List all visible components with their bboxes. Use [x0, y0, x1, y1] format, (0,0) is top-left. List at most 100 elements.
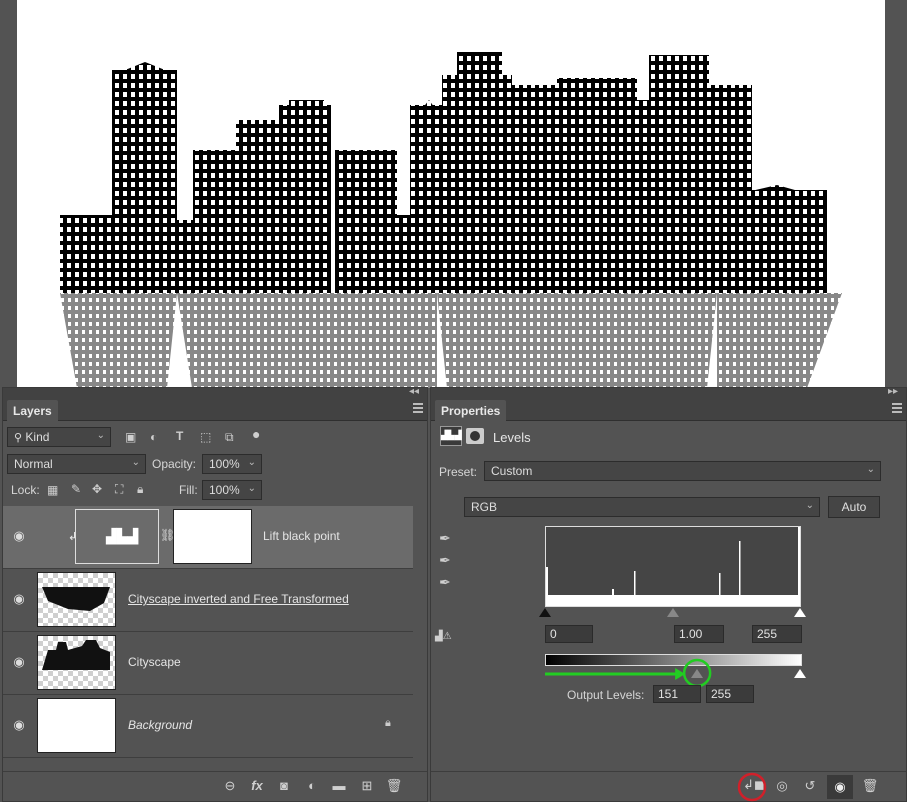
levels-adjustment-icon[interactable]: ▟▙▟: [440, 426, 462, 446]
lock-position-icon[interactable]: ✥: [92, 482, 102, 496]
layer-name[interactable]: Background: [128, 718, 192, 732]
new-layer-icon[interactable]: ⊞: [358, 778, 376, 796]
toggle-visibility-icon[interactable]: ◉: [827, 775, 853, 799]
output-black-field[interactable]: 151: [653, 685, 701, 703]
filter-kind-value: Kind: [25, 430, 50, 444]
type-filter-icon[interactable]: T: [176, 429, 183, 443]
cityscape-inverted-thumb: [42, 587, 110, 611]
view-previous-state-icon[interactable]: ◎: [773, 778, 791, 796]
channel-value: RGB: [471, 500, 498, 514]
layer-name[interactable]: Cityscape: [128, 655, 181, 669]
document-canvas[interactable]: [17, 0, 885, 388]
reset-icon[interactable]: ↺: [801, 778, 819, 796]
properties-tabrow: Properties: [431, 400, 906, 421]
output-white-slider[interactable]: [794, 669, 806, 678]
tab-properties[interactable]: Properties: [435, 400, 507, 421]
layer-name[interactable]: Lift black point: [263, 529, 340, 543]
white-point-eyedropper-icon[interactable]: ✒: [439, 574, 451, 591]
chevron-down-icon: ⌄: [96, 430, 105, 441]
blend-mode-value: Normal: [14, 457, 53, 471]
chevron-down-icon: ⌄: [866, 464, 875, 475]
lock-brush-icon[interactable]: ✎: [71, 482, 81, 496]
pixel-filter-icon[interactable]: ▣: [125, 430, 136, 444]
clip-arrow-icon: ↲: [68, 531, 78, 543]
visibility-eye-icon[interactable]: ◉: [11, 717, 27, 733]
input-white-field[interactable]: 255: [752, 625, 802, 643]
adjustment-thumbnail: ↲ ▟▙▟: [68, 509, 159, 564]
layer-mask-thumbnail[interactable]: [173, 509, 252, 564]
lock-all-icon[interactable]: 🔒︎: [137, 482, 143, 497]
properties-title: Levels: [493, 430, 531, 445]
layer-thumbnail: [37, 572, 116, 627]
preset-value: Custom: [491, 464, 533, 478]
fx-icon[interactable]: fx: [248, 778, 266, 796]
lock-transparency-icon[interactable]: ▦: [47, 483, 58, 497]
visibility-eye-icon[interactable]: ◉: [11, 528, 27, 544]
shape-filter-icon[interactable]: ⬚: [200, 430, 211, 444]
layer-row-lift-black-point[interactable]: ◉ ↲ ▟▙▟ ⛓ Lift black point: [3, 506, 413, 569]
chevron-down-icon: ⌄: [131, 457, 140, 468]
adjustment-filter-icon[interactable]: ◐: [150, 430, 157, 444]
layers-bottom-bar: ⊖ fx ◙ ◐ ▬ ⊞ 🗑︎: [3, 771, 427, 801]
panel-menu-icon[interactable]: [413, 403, 423, 415]
panel-collapse-bar[interactable]: ◂◂: [3, 386, 427, 400]
layer-thumbnail: [37, 635, 116, 690]
fill-field[interactable]: 100% ⌄: [202, 480, 262, 500]
layer-name[interactable]: Cityscape inverted and Free Transformed: [128, 592, 349, 606]
search-icon: ⚲: [14, 432, 23, 444]
preset-dropdown[interactable]: Custom ⌄: [484, 461, 881, 481]
panel-collapse-bar[interactable]: ▸▸: [431, 386, 906, 400]
layer-row-cityscape[interactable]: ◉ Cityscape: [3, 632, 413, 695]
gray-point-eyedropper-icon[interactable]: ✒: [439, 552, 451, 569]
panel-menu-icon[interactable]: [892, 403, 902, 415]
lock-label: Lock:: [11, 483, 40, 497]
link-icon[interactable]: ⊖: [221, 778, 239, 796]
fill-value: 100%: [209, 483, 240, 497]
properties-bottom-bar: ↲◼ ◎ ↺ ◉ 🗑︎: [431, 771, 906, 802]
histogram: [545, 526, 801, 607]
channel-dropdown[interactable]: RGB ⌄: [464, 497, 820, 517]
filter-kind-dropdown[interactable]: ⚲ Kind ⌄: [7, 427, 111, 447]
input-white-slider[interactable]: [794, 608, 806, 617]
filter-toggle-icon[interactable]: ●: [252, 426, 260, 442]
output-white-field[interactable]: 255: [706, 685, 754, 703]
visibility-eye-icon[interactable]: ◉: [11, 654, 27, 670]
tab-layers[interactable]: Layers: [7, 400, 58, 421]
input-black-slider[interactable]: [539, 608, 551, 617]
folder-icon[interactable]: ▬: [330, 778, 348, 796]
mask-icon[interactable]: ◙: [275, 778, 293, 796]
smart-object-filter-icon[interactable]: ⧉: [225, 430, 234, 445]
layer-row-cityscape-inverted[interactable]: ◉ Cityscape inverted and Free Transforme…: [3, 569, 413, 632]
layer-thumbnail: [37, 698, 116, 753]
input-black-field[interactable]: 0: [545, 625, 593, 643]
adjustment-icon[interactable]: ◐: [303, 778, 321, 796]
trash-icon[interactable]: 🗑︎: [861, 778, 879, 796]
lock-icon[interactable]: 🔒︎: [385, 717, 391, 730]
input-gamma-field[interactable]: 1.00: [674, 625, 724, 643]
input-gamma-slider[interactable]: [667, 608, 679, 617]
layer-mask-icon[interactable]: [466, 428, 484, 444]
histogram-graph: [546, 527, 800, 606]
properties-panel: ▸▸ Properties ▟▙▟ Levels Preset: Custom …: [430, 386, 907, 802]
chevron-down-icon: ⌄: [805, 500, 814, 511]
opacity-field[interactable]: 100% ⌄: [202, 454, 262, 474]
layers-panel: ◂◂ Layers ⚲ Kind ⌄ ▣ ◐ T ⬚ ⧉ ● Normal ⌄ …: [2, 386, 428, 802]
black-point-eyedropper-icon[interactable]: ✒: [439, 530, 451, 547]
cityscape-thumb: [42, 640, 110, 670]
preset-label: Preset:: [439, 465, 478, 479]
fill-label: Fill:: [179, 483, 198, 497]
collapse-icon[interactable]: ◂◂: [409, 386, 419, 397]
cityscape-artwork: [60, 52, 842, 388]
chevron-down-icon: ⌄: [247, 483, 256, 494]
output-levels-label: Output Levels:: [567, 688, 645, 702]
auto-button[interactable]: Auto: [828, 496, 880, 518]
lock-artboard-icon[interactable]: ⛶: [115, 482, 123, 497]
visibility-eye-icon[interactable]: ◉: [11, 591, 27, 607]
layers-tabrow: Layers: [3, 400, 427, 421]
clipping-warning-icon[interactable]: ▟⚠: [435, 631, 452, 642]
trash-icon[interactable]: 🗑︎: [385, 778, 403, 796]
chevron-down-icon: ⌄: [247, 457, 256, 468]
layer-row-background[interactable]: ◉ Background 🔒︎: [3, 695, 413, 758]
collapse-icon[interactable]: ▸▸: [888, 386, 898, 397]
blend-mode-dropdown[interactable]: Normal ⌄: [7, 454, 146, 474]
